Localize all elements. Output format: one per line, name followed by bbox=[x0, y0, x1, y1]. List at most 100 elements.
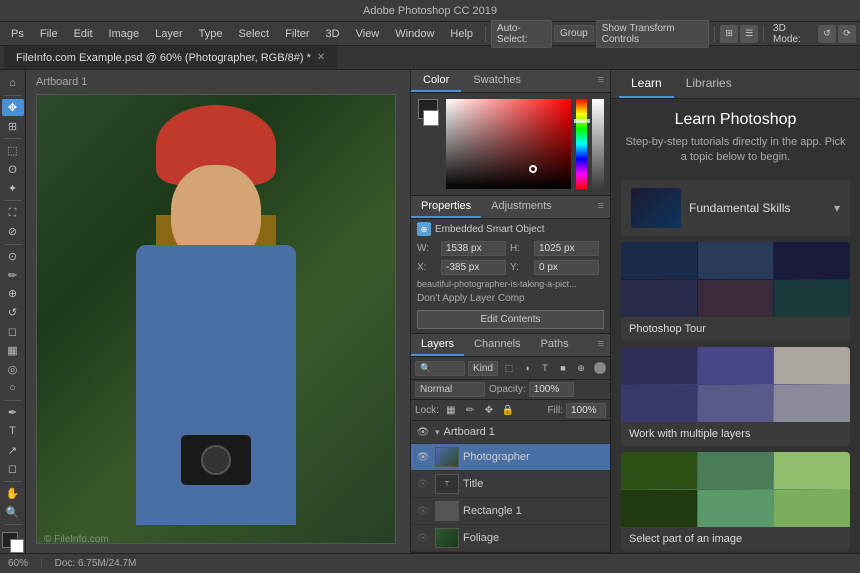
w-value[interactable]: 1538 px bbox=[441, 241, 506, 256]
tab-close-icon[interactable]: ✕ bbox=[317, 52, 325, 63]
3d-icon2[interactable]: ⟳ bbox=[838, 25, 856, 43]
artboard-collapse-icon[interactable]: ▾ bbox=[435, 427, 440, 438]
dodge-tool[interactable]: ○ bbox=[2, 379, 24, 397]
filter-adjust-icon[interactable]: ◑ bbox=[519, 360, 535, 376]
layer-visibility-rectangle[interactable]: 👁 bbox=[415, 503, 431, 519]
layer-visibility-photographer[interactable]: 👁 bbox=[415, 449, 431, 465]
blend-mode-dropdown[interactable]: Normal bbox=[415, 382, 485, 397]
color-panel-menu[interactable]: ≡ bbox=[592, 70, 610, 92]
tab-color[interactable]: Color bbox=[411, 70, 461, 92]
layer-comp-dropdown[interactable]: Don't Apply Layer Comp bbox=[411, 291, 610, 306]
color-spectrum[interactable] bbox=[576, 99, 588, 189]
filter-pixel-icon[interactable]: ⬚ bbox=[501, 360, 517, 376]
tab-paths[interactable]: Paths bbox=[531, 334, 579, 356]
layer-filter-toggle[interactable] bbox=[594, 362, 606, 374]
crop-tool[interactable]: ⛶ bbox=[2, 204, 24, 222]
layers-panel-menu[interactable]: ≡ bbox=[592, 334, 610, 356]
tab-learn[interactable]: Learn bbox=[619, 70, 674, 98]
menu-file[interactable]: File bbox=[33, 26, 65, 42]
layer-item-rectangle[interactable]: 👁 Rectangle 1 bbox=[411, 498, 610, 525]
menu-3d[interactable]: 3D bbox=[319, 26, 347, 42]
group-dropdown[interactable]: Group bbox=[554, 25, 594, 42]
artboard-eye-icon[interactable]: 👁 bbox=[415, 424, 431, 440]
menu-layer[interactable]: Layer bbox=[148, 26, 190, 42]
layer-name-photographer: Photographer bbox=[463, 451, 606, 463]
layers-cell-1 bbox=[621, 347, 697, 384]
tutorial-card-layers[interactable]: Work with multiple layers bbox=[621, 347, 850, 446]
tutorial-card-select[interactable]: Select part of an image bbox=[621, 452, 850, 551]
layer-visibility-title[interactable]: 👁 bbox=[415, 476, 431, 492]
tab-libraries[interactable]: Libraries bbox=[674, 70, 744, 98]
eyedropper-tool[interactable]: ⊘ bbox=[2, 223, 24, 241]
layer-visibility-foliage[interactable]: 👁 bbox=[415, 530, 431, 546]
tab-channels[interactable]: Channels bbox=[464, 334, 530, 356]
tab-adjustments[interactable]: Adjustments bbox=[481, 196, 562, 218]
layer-item-foliage[interactable]: 👁 Foliage bbox=[411, 525, 610, 552]
menu-window[interactable]: Window bbox=[388, 26, 441, 42]
filter-type-icon[interactable]: T bbox=[537, 360, 553, 376]
hand-tool[interactable]: ✋ bbox=[2, 485, 24, 503]
menu-select[interactable]: Select bbox=[232, 26, 277, 42]
properties-panel-menu[interactable]: ≡ bbox=[592, 196, 610, 218]
color-alpha[interactable] bbox=[592, 99, 604, 189]
menu-view[interactable]: View bbox=[349, 26, 387, 42]
opacity-value[interactable]: 100% bbox=[529, 382, 574, 397]
type-tool[interactable]: T bbox=[2, 422, 24, 440]
h-value[interactable]: 1025 px bbox=[534, 241, 599, 256]
edit-contents-button[interactable]: Edit Contents bbox=[417, 310, 604, 329]
align-icon[interactable]: ⊞ bbox=[720, 25, 738, 43]
move-tool[interactable]: ✥ bbox=[2, 99, 24, 117]
marquee-tool[interactable]: ⬚ bbox=[2, 142, 24, 160]
brush-tool[interactable]: ✏ bbox=[2, 266, 24, 284]
menu-image[interactable]: Image bbox=[102, 26, 147, 42]
color-swatches[interactable] bbox=[2, 532, 24, 553]
path-tool[interactable]: ↗ bbox=[2, 441, 24, 459]
fundamental-skills-section[interactable]: Fundamental Skills ▾ bbox=[621, 180, 850, 236]
filter-shape-icon[interactable]: ■ bbox=[555, 360, 571, 376]
spot-heal-tool[interactable]: ⊙ bbox=[2, 248, 24, 266]
transform-checkbox[interactable]: Show Transform Controls bbox=[596, 20, 710, 48]
background-color[interactable] bbox=[10, 539, 24, 553]
3d-icon1[interactable]: ↺ bbox=[818, 25, 836, 43]
y-value[interactable]: 0 px bbox=[534, 260, 599, 275]
lock-paint-icon[interactable]: ✏ bbox=[462, 402, 478, 418]
x-value[interactable]: -385 px bbox=[441, 260, 506, 275]
pen-tool[interactable]: ✒ bbox=[2, 404, 24, 422]
tab-layers[interactable]: Layers bbox=[411, 334, 464, 356]
lock-position-icon[interactable]: ✥ bbox=[481, 402, 497, 418]
gradient-tool[interactable]: ▦ bbox=[2, 341, 24, 359]
menu-ps[interactable]: Ps bbox=[4, 26, 31, 42]
bg-color-swatch[interactable] bbox=[423, 110, 439, 126]
artboard-row[interactable]: 👁 ▾ Artboard 1 bbox=[411, 421, 610, 444]
artboard-tool[interactable]: ⊞ bbox=[2, 117, 24, 135]
magic-wand-tool[interactable]: ✦ bbox=[2, 180, 24, 198]
distribute-icon[interactable]: ☰ bbox=[740, 25, 758, 43]
fill-value[interactable]: 100% bbox=[566, 403, 606, 418]
zoom-tool[interactable]: 🔍 bbox=[2, 503, 24, 521]
menu-help[interactable]: Help bbox=[443, 26, 480, 42]
lasso-tool[interactable]: ʘ bbox=[2, 161, 24, 179]
tab-swatches[interactable]: Swatches bbox=[461, 70, 533, 92]
document-tab[interactable]: FileInfo.com Example.psd @ 60% (Photogra… bbox=[4, 46, 338, 69]
fundamental-skills-header[interactable]: Fundamental Skills ▾ bbox=[621, 180, 850, 236]
filter-smart-icon[interactable]: ⊕ bbox=[573, 360, 589, 376]
menu-type[interactable]: Type bbox=[192, 26, 230, 42]
tab-properties[interactable]: Properties bbox=[411, 196, 481, 218]
home-tool[interactable]: ⌂ bbox=[2, 74, 24, 92]
kind-dropdown[interactable]: Kind bbox=[468, 361, 498, 376]
lock-all-icon[interactable]: 🔒 bbox=[500, 402, 516, 418]
canvas-area[interactable]: Artboard 1 © FileInfo.com bbox=[26, 70, 410, 553]
lock-transparent-icon[interactable]: ▦ bbox=[443, 402, 459, 418]
tutorial-card-tour[interactable]: Photoshop Tour bbox=[621, 242, 850, 341]
color-gradient[interactable] bbox=[446, 99, 571, 189]
menu-edit[interactable]: Edit bbox=[67, 26, 100, 42]
shape-tool[interactable]: ◻ bbox=[2, 460, 24, 478]
stamp-tool[interactable]: ⊕ bbox=[2, 285, 24, 303]
layer-thumb-foliage bbox=[435, 528, 459, 548]
blur-tool[interactable]: ◎ bbox=[2, 360, 24, 378]
menu-filter[interactable]: Filter bbox=[278, 26, 316, 42]
layer-item-title[interactable]: 👁 T Title bbox=[411, 471, 610, 498]
history-brush-tool[interactable]: ↺ bbox=[2, 304, 24, 322]
eraser-tool[interactable]: ◻ bbox=[2, 323, 24, 341]
layer-item-photographer[interactable]: 👁 Photographer bbox=[411, 444, 610, 471]
